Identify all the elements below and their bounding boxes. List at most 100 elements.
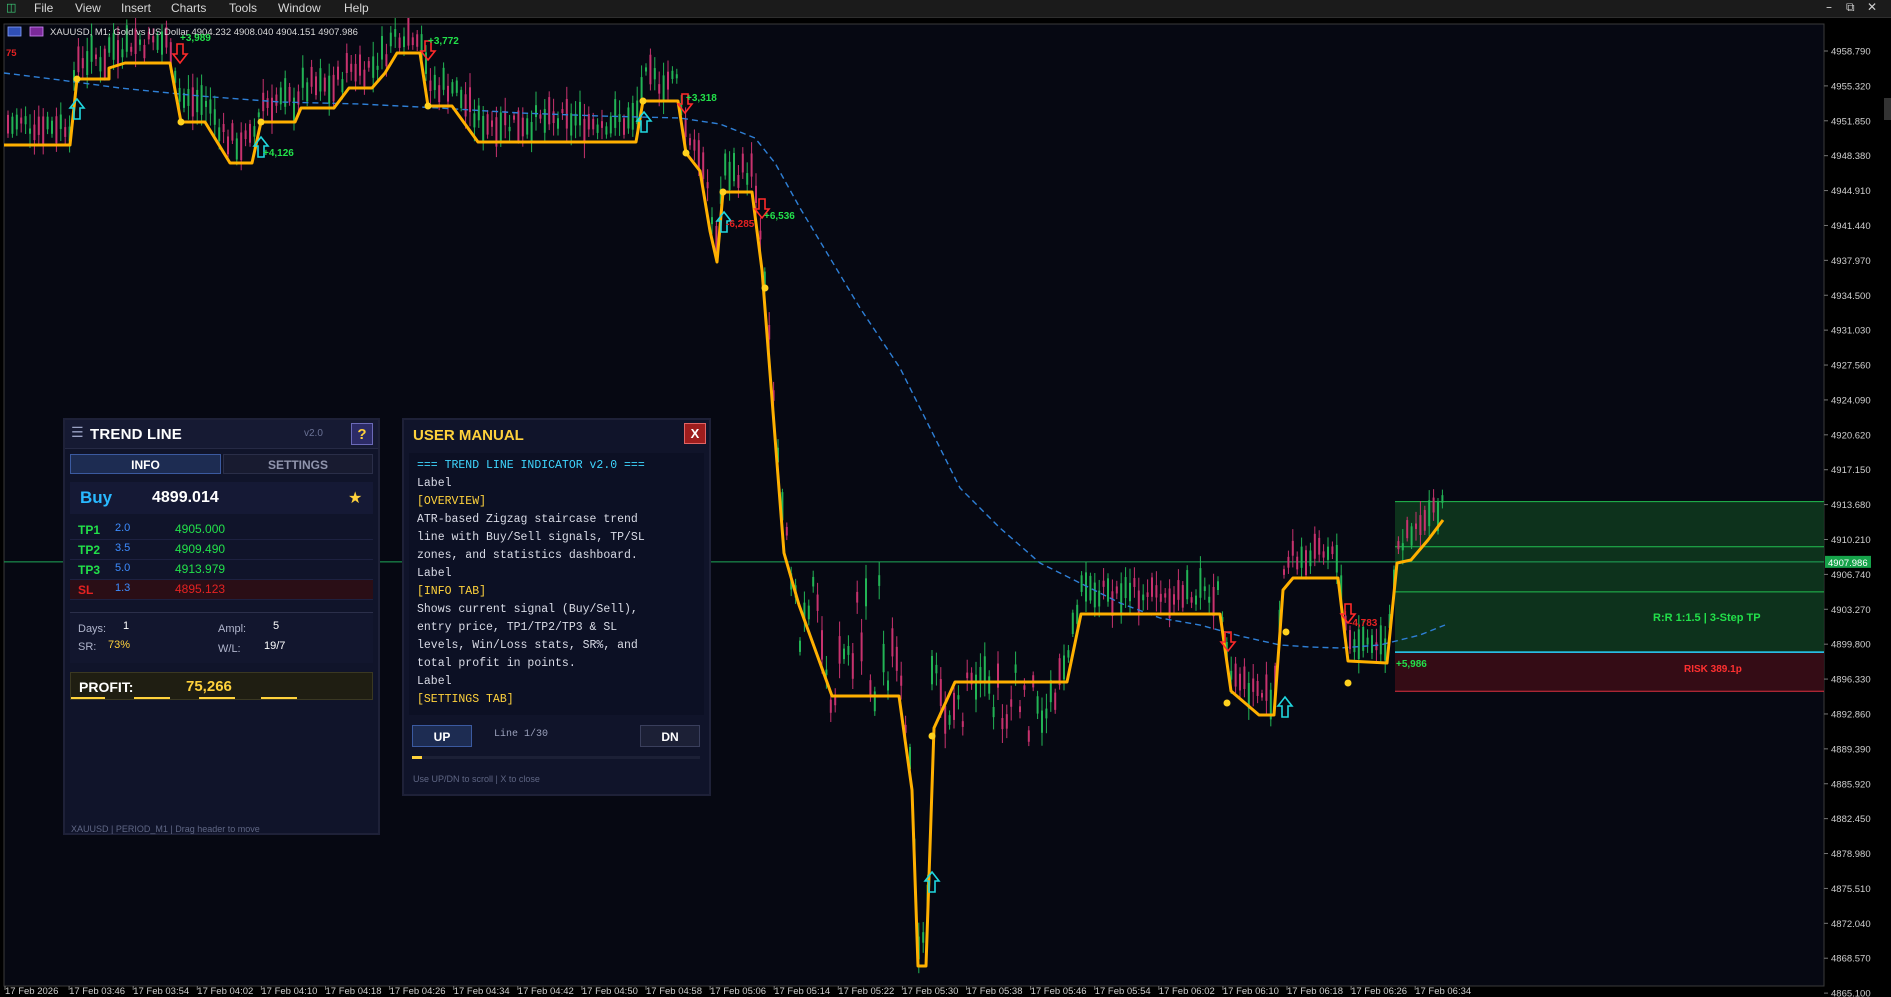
- menu-insert[interactable]: Insert: [121, 1, 151, 15]
- pivot-dot: [177, 118, 185, 126]
- manual-title[interactable]: USER MANUAL: [413, 427, 524, 444]
- candle: [1203, 586, 1206, 592]
- manual-text-area[interactable]: === TREND LINE INDICATOR v2.0 === Label …: [409, 453, 704, 715]
- candle: [205, 100, 207, 107]
- candle: [957, 695, 960, 700]
- candle: [59, 114, 62, 129]
- time-tick-label: 17 Feb 06:18: [1287, 986, 1343, 997]
- candle: [1261, 693, 1263, 698]
- candle: [451, 82, 454, 94]
- manual-line: Label: [417, 675, 452, 688]
- risk-label: RISK 389.1p: [1684, 664, 1742, 675]
- candle: [1089, 575, 1092, 601]
- candle: [1080, 575, 1083, 592]
- candle: [196, 89, 199, 113]
- price-tick-label: 4889.390: [1831, 744, 1871, 755]
- tp-zone: [1395, 501, 1824, 653]
- candle: [1305, 550, 1307, 576]
- time-tick-label: 17 Feb 05:54: [1095, 986, 1151, 997]
- candle: [42, 116, 45, 147]
- panel-footer: XAUUSD | PERIOD_M1 | Drag header to move: [71, 824, 260, 834]
- price-tick-label: 4885.920: [1831, 779, 1871, 790]
- candle: [847, 645, 850, 655]
- candle: [1287, 556, 1290, 568]
- candle: [1357, 629, 1360, 660]
- price-tick-label: 4951.850: [1831, 116, 1871, 127]
- candle: [1181, 585, 1184, 608]
- candle: [1296, 556, 1299, 570]
- tp3-ratio: 5.0: [115, 562, 131, 574]
- menu-charts[interactable]: Charts: [171, 1, 206, 15]
- tab-settings[interactable]: SETTINGS: [223, 454, 373, 474]
- candle: [11, 116, 14, 134]
- candle: [328, 75, 331, 104]
- scroll-down-button[interactable]: DN: [640, 725, 700, 747]
- scroll-up-button[interactable]: UP: [412, 725, 472, 747]
- close-window-icon[interactable]: ✕: [1867, 0, 1877, 14]
- minimize-icon[interactable]: –: [1826, 0, 1832, 14]
- candle: [187, 88, 190, 106]
- candle: [724, 153, 727, 176]
- candle: [605, 126, 608, 135]
- price-tick-label: 4941.440: [1831, 221, 1871, 232]
- menu-file[interactable]: File: [34, 1, 53, 15]
- candle: [684, 119, 687, 137]
- candle: [249, 123, 251, 143]
- candle: [521, 117, 524, 137]
- chart-type-icon: [7, 26, 22, 37]
- candle: [1173, 594, 1175, 605]
- close-manual-button[interactable]: X: [684, 423, 706, 444]
- time-tick-label: 17 Feb 05:38: [967, 986, 1023, 997]
- menu-help[interactable]: Help: [344, 1, 369, 15]
- candle: [1327, 546, 1329, 560]
- line-counter: Line 1/30: [494, 729, 549, 740]
- tp1-value: 4905.000: [175, 522, 226, 536]
- price-tick-label: 4955.320: [1831, 81, 1871, 92]
- chart-scroll-handle[interactable]: [1884, 98, 1891, 120]
- candle: [95, 54, 97, 60]
- symbol-info: XAUUSD, M1: Gold vs US Dollar 4904.232 4…: [50, 27, 358, 38]
- candle: [935, 664, 938, 674]
- menu-icon[interactable]: ☰: [71, 425, 84, 441]
- candle: [851, 653, 854, 679]
- candle: [737, 174, 740, 188]
- candle: [543, 109, 546, 133]
- candle: [429, 80, 432, 92]
- candle: [51, 120, 53, 134]
- candle: [1190, 597, 1193, 603]
- time-tick-label: 17 Feb 04:34: [454, 986, 510, 997]
- candle: [227, 136, 229, 155]
- panel-title: TREND LINE: [90, 426, 182, 443]
- candle: [983, 656, 986, 683]
- candle: [799, 640, 801, 652]
- help-button[interactable]: ?: [351, 423, 373, 445]
- menu-tools[interactable]: Tools: [229, 1, 257, 15]
- tp1-ratio: 2.0: [115, 522, 131, 534]
- candle: [447, 85, 449, 102]
- candle: [671, 70, 674, 79]
- star-icon: ★: [348, 488, 363, 507]
- edge-profit-label: 75: [6, 48, 17, 59]
- restore-icon[interactable]: ⧉: [1846, 0, 1855, 15]
- tab-info[interactable]: INFO: [70, 454, 221, 474]
- candle: [829, 699, 832, 713]
- user-manual-panel: USER MANUAL X === TREND LINE INDICATOR v…: [402, 418, 711, 796]
- candle: [1252, 678, 1255, 692]
- menu-view[interactable]: View: [75, 1, 101, 15]
- menu-window[interactable]: Window: [278, 1, 321, 15]
- manual-line: === TREND LINE INDICATOR v2.0 ===: [417, 459, 645, 472]
- candle: [178, 87, 181, 102]
- candle: [275, 94, 278, 106]
- candle: [1217, 581, 1219, 591]
- candle: [587, 113, 590, 130]
- panel-header[interactable]: ☰ TREND LINE v2.0 ?: [65, 420, 378, 449]
- candle: [191, 87, 194, 117]
- time-tick-label: 17 Feb 04:10: [261, 986, 317, 997]
- candle: [1335, 544, 1338, 573]
- candle: [658, 84, 661, 94]
- candle: [20, 117, 23, 124]
- candle: [381, 36, 383, 60]
- time-tick-label: 17 Feb 04:02: [197, 986, 253, 997]
- candle: [222, 124, 225, 133]
- candle: [1371, 635, 1373, 653]
